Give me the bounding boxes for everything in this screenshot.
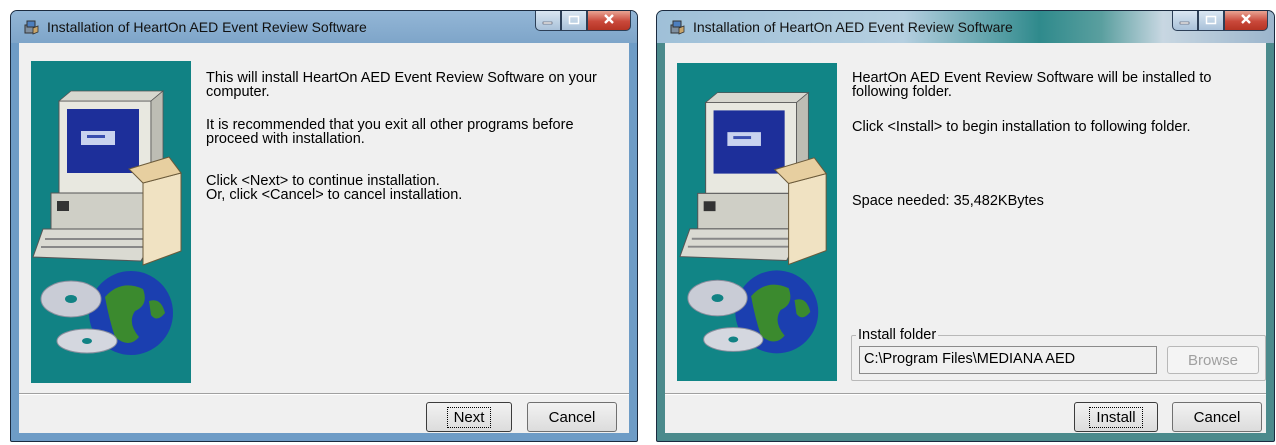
maximize-button[interactable] (561, 11, 587, 31)
next-button-label: Next (446, 406, 492, 428)
intro-text: This will install HeartOn AED Event Revi… (206, 70, 597, 100)
maximize-icon (568, 12, 580, 30)
close-button[interactable] (1224, 11, 1268, 31)
window-title: Installation of HeartOn AED Event Review… (47, 19, 367, 35)
separator (665, 393, 1266, 395)
installer-window-welcome: Installation of HeartOn AED Event Review… (10, 10, 638, 442)
dialog-body: HeartOn AED Event Review Software will b… (665, 43, 1266, 433)
installer-icon (23, 19, 39, 35)
instruction-line-2: Or, click <Cancel> to cancel installatio… (206, 187, 463, 203)
install-button-label: Install (1089, 406, 1143, 428)
installer-icon (669, 19, 685, 35)
browse-button[interactable]: Browse (1167, 346, 1259, 374)
window-title: Installation of HeartOn AED Event Review… (693, 19, 1013, 35)
maximize-icon (1205, 12, 1217, 30)
cancel-button[interactable]: Cancel (1172, 402, 1262, 432)
cancel-button-label: Cancel (548, 408, 596, 426)
close-button[interactable] (587, 11, 631, 31)
install-button[interactable]: Install (1074, 402, 1158, 432)
recommendation-text: It is recommended that you exit all othe… (206, 117, 574, 147)
install-folder-path: C:\Program Files\MEDIANA AED (859, 346, 1157, 374)
cancel-button[interactable]: Cancel (527, 402, 617, 432)
install-instruction-text: Click <Install> to begin installation to… (852, 119, 1191, 135)
next-button[interactable]: Next (426, 402, 512, 432)
computer-illustration (32, 90, 182, 266)
maximize-button[interactable] (1198, 11, 1224, 31)
dialog-body: This will install HeartOn AED Event Revi… (19, 43, 629, 433)
installer-window-folder: Installation of HeartOn AED Event Review… (656, 10, 1275, 442)
close-icon (1240, 12, 1252, 30)
computer-illustration (679, 91, 827, 266)
install-location-text: HeartOn AED Event Review Software will b… (852, 70, 1212, 100)
space-needed-text: Space needed: 35,482KBytes (852, 193, 1044, 209)
minimize-icon (1179, 12, 1191, 30)
title-bar[interactable]: Installation of HeartOn AED Event Review… (11, 11, 637, 43)
minimize-icon (542, 12, 554, 30)
cancel-button-label: Cancel (1193, 408, 1241, 426)
title-bar[interactable]: Installation of HeartOn AED Event Review… (657, 11, 1274, 43)
close-icon (603, 12, 615, 30)
instruction-line-1: Click <Next> to continue installation. (206, 173, 440, 189)
separator (19, 393, 629, 395)
install-folder-label: Install folder (858, 327, 937, 343)
globe-cd-illustration (40, 271, 173, 355)
globe-cd-illustration (687, 270, 819, 354)
browse-button-label: Browse (1187, 351, 1239, 369)
side-illustration-panel (677, 63, 837, 381)
side-illustration-panel (31, 61, 191, 383)
minimize-button[interactable] (535, 11, 561, 31)
minimize-button[interactable] (1172, 11, 1198, 31)
